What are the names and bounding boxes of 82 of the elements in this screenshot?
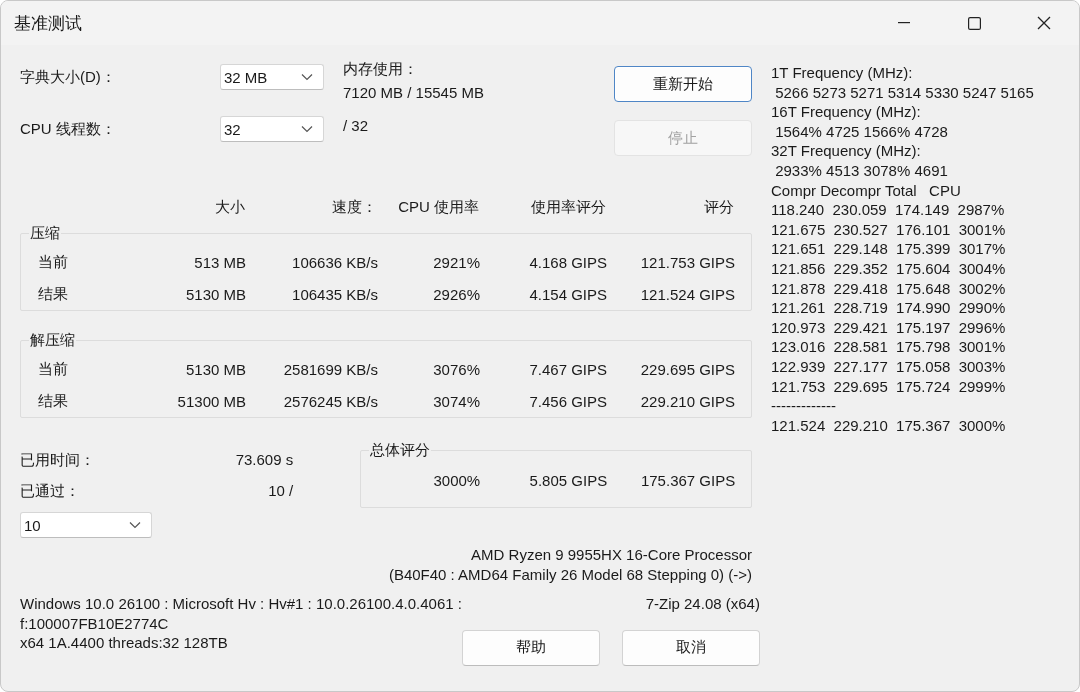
table-cell-text: 2926%	[432, 285, 480, 303]
field-label: 已通过：	[20, 481, 80, 501]
table-cell-text: 5.805 GIPS	[528, 471, 608, 489]
field-label: CPU 线程数：	[20, 119, 117, 139]
group-title: 压缩	[29, 224, 61, 242]
restart-button[interactable]: 重新开始	[614, 66, 752, 102]
table-cell-text: 5130 MB	[184, 285, 246, 303]
version-label: 7-Zip 24.08 (x64)	[645, 594, 760, 614]
memory-value: 7120 MB / 15545 MB	[343, 83, 485, 103]
table-cell-text: 7.467 GIPS	[528, 360, 607, 378]
row-label: 结果	[37, 391, 69, 411]
log-line: 121.675 230.527 176.101 3001%	[771, 219, 1007, 240]
table-cell-text: 7.456 GIPS	[528, 392, 607, 410]
log-line: 121.524 229.210 175.367 3000%	[771, 415, 1007, 436]
column-header: 大小	[214, 198, 245, 217]
table-cell-text: 106435 KB/s	[291, 285, 378, 303]
row-label: 结果	[37, 284, 69, 304]
log-line: 122.939 227.177 175.058 3003%	[771, 356, 1007, 377]
log-line: 1564% 4725 1566% 4728	[774, 121, 949, 142]
chevron-down-icon	[129, 521, 141, 529]
log-line: 121.753 229.695 175.724 2999%	[771, 376, 1007, 397]
elapsed-value: 73.609 s	[235, 450, 294, 470]
log-line: 2933% 4513 3078% 4691	[774, 160, 949, 181]
cpu-info: AMD Ryzen 9 9955HX 16-Core Processor	[470, 545, 752, 565]
passes-value: 10 /	[268, 481, 294, 501]
chevron-down-icon	[301, 125, 313, 133]
cpu-info: (B40F40 : AMD64 Family 26 Model 68 Stepping 0) (->)	[387, 565, 752, 585]
cancel-button[interactable]: 取消	[621, 629, 760, 666]
log-line: 32T Frequency (MHz):	[771, 141, 922, 161]
window-title: 基准测试	[14, 12, 83, 35]
column-header: 速度：	[331, 198, 377, 217]
table-cell-text: 2581699 KB/s	[282, 360, 378, 378]
table-cell-text: 5130 MB	[184, 360, 246, 378]
system-info: Windows 10.0 26100 : Microsoft Hv : Hv#1 : 10.0.26100.4.0.4061 :	[20, 594, 462, 614]
log-line: 121.651 229.148 175.399 3017%	[771, 239, 1007, 259]
column-header: CPU 使用率	[397, 198, 479, 217]
table-cell-text: 3074%	[432, 392, 480, 410]
close-icon[interactable]	[1037, 16, 1051, 30]
table-cell-text: 4.154 GIPS	[528, 285, 607, 303]
row-label: 当前	[37, 252, 69, 272]
log-line: 121.856 229.352 175.604 3004%	[771, 258, 1007, 279]
table-cell-text: 121.524 GIPS	[639, 285, 735, 303]
log-line: 1T Frequency (MHz):	[771, 63, 914, 83]
table-cell-text: 3000%	[432, 471, 481, 489]
log-line: -------------	[771, 396, 837, 416]
log-line: 121.261 228.719 174.990 2990%	[771, 298, 1007, 318]
log-line: 120.973 229.421 175.197 2996%	[771, 317, 1007, 338]
table-cell-text: 3076%	[432, 360, 480, 378]
group-title: 解压缩	[29, 331, 76, 349]
dropdown[interactable]: 10	[20, 512, 152, 538]
table-cell-text: 2576245 KB/s	[282, 392, 378, 410]
table-cell-text: 51300 MB	[176, 392, 246, 410]
table-cell-text: 2921%	[432, 253, 480, 271]
table-cell-text: 121.753 GIPS	[639, 253, 735, 271]
column-header: 使用率评分	[530, 198, 606, 217]
field-label: 已用时间：	[20, 450, 95, 470]
log-line: 121.878 229.418 175.648 3002%	[771, 278, 1007, 299]
help-button[interactable]: 帮助	[461, 629, 600, 666]
group-title: 总体评分	[369, 441, 432, 459]
table-cell-text: 4.168 GIPS	[528, 253, 607, 271]
table-cell-text: 513 MB	[193, 253, 246, 271]
table-cell-text: 229.695 GIPS	[639, 360, 735, 378]
log-line: 123.016 228.581 175.798 3001%	[771, 337, 1007, 357]
field-label: 字典大小(D)：	[20, 67, 117, 87]
thread-count: / 32	[343, 116, 370, 136]
log-line: Compr Decompr Total CPU	[771, 180, 962, 201]
system-info: f:100007FB10E2774C	[20, 613, 170, 634]
table-cell-text: 175.367 GIPS	[639, 471, 736, 489]
table-cell-text: 106636 KB/s	[291, 253, 378, 271]
dropdown[interactable]: 32	[220, 116, 324, 142]
field-label: 内存使用：	[343, 59, 419, 79]
dropdown[interactable]: 32 MB	[220, 64, 324, 90]
chevron-down-icon	[301, 73, 313, 81]
minimize-icon[interactable]	[898, 22, 910, 24]
log-line: 118.240 230.059 174.149 2987%	[771, 200, 1006, 220]
row-label: 当前	[37, 359, 69, 379]
maximize-icon[interactable]	[967, 16, 981, 30]
log-line: 5266 5273 5271 5314 5330 5247 5165	[774, 82, 1034, 103]
column-header: 评分	[703, 198, 734, 217]
log-line: 16T Frequency (MHz):	[771, 102, 922, 122]
system-info: x64 1A.4400 threads:32 128TB	[20, 633, 229, 653]
table-cell-text: 229.210 GIPS	[639, 392, 735, 410]
